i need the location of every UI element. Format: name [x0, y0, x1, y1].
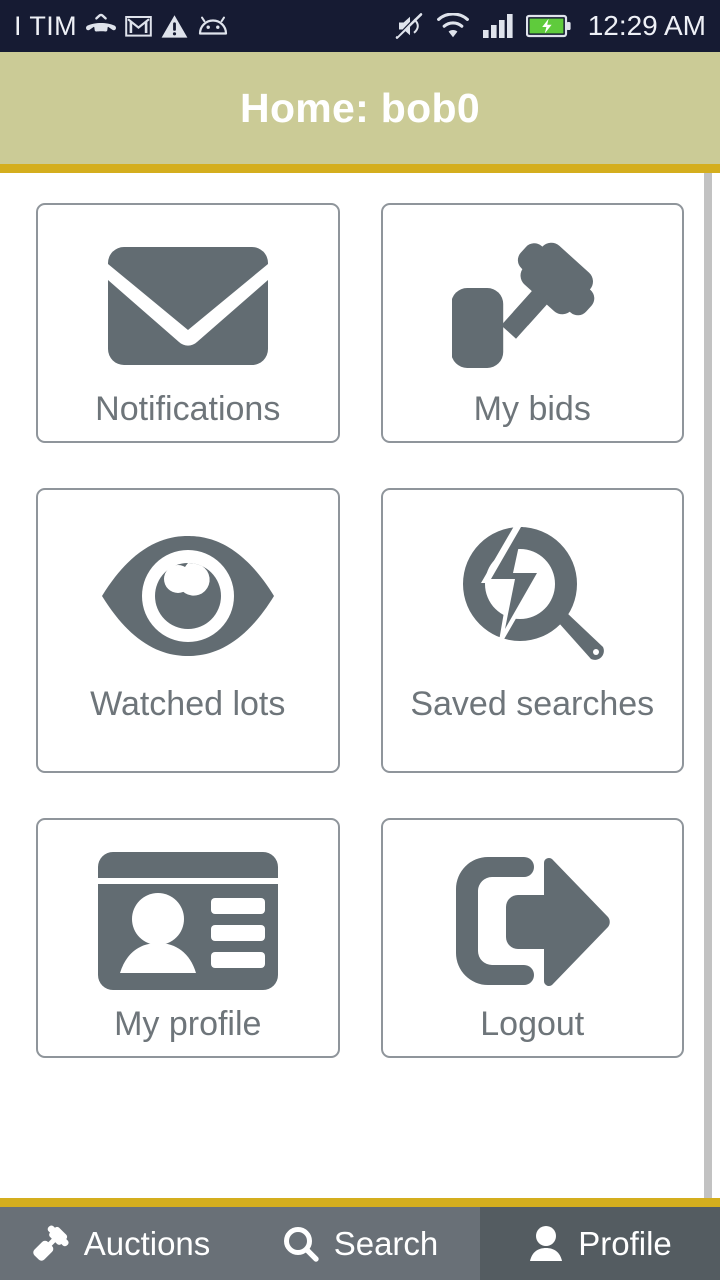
carrier-label: I TIM: [14, 10, 78, 41]
nav-item-label: Profile: [578, 1224, 672, 1262]
tile-label: Notifications: [95, 390, 281, 428]
page-title: Home: bob0: [240, 84, 480, 131]
nav-item-label: Search: [333, 1224, 439, 1262]
tile-label: My profile: [114, 1005, 262, 1043]
tile-label: Logout: [480, 1005, 585, 1043]
tile-grid: Notifications My bids Watched lots Saved…: [0, 173, 720, 1058]
tile-my-bids[interactable]: My bids: [380, 203, 684, 443]
nav-item-label: Auctions: [83, 1224, 211, 1262]
battery-charging-icon: [525, 14, 571, 38]
nav-item-auctions[interactable]: Auctions: [0, 1207, 240, 1280]
nav-item-profile[interactable]: Profile: [480, 1207, 720, 1280]
nav-item-search[interactable]: Search: [240, 1207, 480, 1280]
eye-icon: [100, 516, 276, 676]
magnifier-lightning-icon: [457, 516, 607, 676]
tile-logout[interactable]: Logout: [380, 818, 684, 1058]
status-bar: I TIM 12:29 AM: [0, 0, 720, 52]
tile-notifications[interactable]: Notifications: [36, 203, 340, 443]
bottom-nav-divider: [0, 1198, 720, 1207]
missed-call-icon: [86, 13, 117, 32]
clock-label: 12:29 AM: [587, 10, 706, 41]
status-bar-left: I TIM: [14, 11, 394, 42]
gavel-icon: [32, 1224, 69, 1261]
gmail-icon: [125, 16, 152, 37]
tile-label: Watched lots: [90, 685, 286, 723]
wifi-icon: [436, 13, 469, 38]
tile-my-profile[interactable]: My profile: [36, 818, 340, 1058]
tile-label: Saved searches: [410, 685, 655, 723]
cellular-signal-icon: [482, 14, 513, 38]
mute-icon: [395, 12, 422, 39]
main-content: Notifications My bids Watched lots Saved…: [0, 173, 720, 1207]
person-icon: [530, 1225, 563, 1261]
warning-triangle-icon: [161, 14, 188, 38]
gavel-icon: [452, 231, 612, 381]
tile-watched-lots[interactable]: Watched lots: [36, 488, 340, 773]
android-robot-icon: [198, 16, 228, 35]
app-header: Home: bob0: [0, 52, 720, 164]
tile-saved-searches[interactable]: Saved searches: [380, 488, 684, 773]
bottom-navigation: Auctions Search Profile: [0, 1207, 720, 1280]
status-bar-right: 12:29 AM: [394, 10, 706, 42]
header-divider: [0, 164, 720, 173]
id-card-icon: [97, 846, 279, 996]
envelope-icon: [107, 231, 269, 381]
vertical-scrollbar[interactable]: [704, 173, 712, 1207]
tile-label: My bids: [473, 390, 591, 428]
search-icon: [283, 1226, 319, 1262]
logout-arrow-icon: [452, 846, 612, 996]
